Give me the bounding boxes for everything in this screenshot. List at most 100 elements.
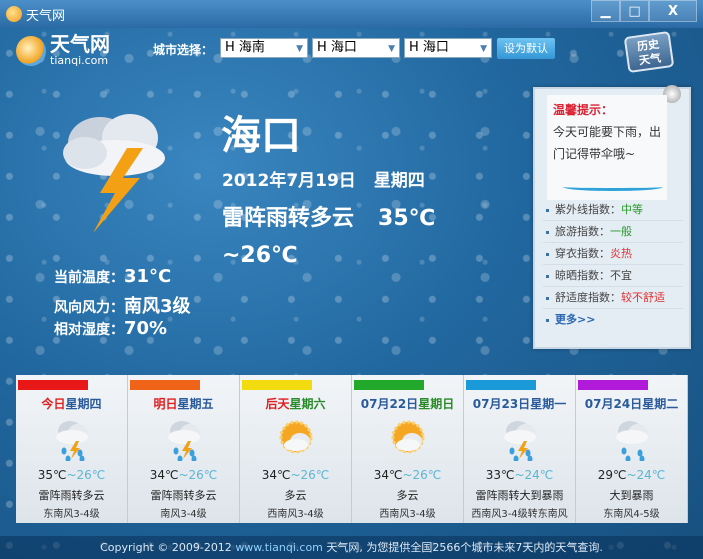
forecast-card[interactable]: 明日星期五 34℃~26℃ 雷阵雨转多云 南风3-4级 [128,375,240,523]
brand-logo[interactable]: 天气网 tianqi.com [16,34,110,67]
minimize-button[interactable]: ▁ [591,0,620,22]
city-value: H 海口 [317,40,357,55]
index-item[interactable]: 旅游指数：一般 [543,221,683,243]
province-select[interactable]: H 海南 ▼ [220,38,308,58]
site-link[interactable]: www.tianqi.com [235,541,323,554]
current-date: 2012年7月19日 星期四 [222,166,443,191]
high-temp: 34℃ [149,468,179,482]
forecast-temp: 29℃~24℃ [576,468,687,482]
high-temp: 33℃ [485,468,515,482]
brand-name: 天气网 [50,32,110,56]
forecast-temp: 34℃~26℃ [240,468,351,482]
city-select[interactable]: H 海口 ▼ [312,38,400,58]
city-select-label: 城市选择： [153,43,214,57]
maximize-button[interactable]: □ [620,0,649,22]
forecast-desc: 雷阵雨转多云 [150,489,217,502]
forecast-desc: 雷阵雨转大到暴雨 [475,489,564,502]
high-temp: 29℃ [597,468,627,482]
day-color-bar [18,380,88,390]
weekday: 星期六 [289,397,326,411]
forecast-desc: 多云 [396,489,419,502]
forecast-day: 明日星期五 [128,395,239,412]
forecast-card[interactable]: 后天星期六 34℃~26℃ 多云 西南风3-4级 [240,375,352,523]
forecast-day: 后天星期六 [240,395,351,412]
high-temp: 35℃ [37,468,67,482]
forecast-day: 07月23日星期一 [464,395,575,412]
thunderstorm-icon [56,421,88,461]
forecast-temp: 35℃~26℃ [16,468,127,482]
index-label: 旅游指数： [555,225,610,238]
chevron-down-icon: ▼ [480,44,487,54]
index-label: 舒适度指数： [555,291,621,304]
forecast-wind: 西南风3-4级 [267,509,324,520]
date-text: 2012年7月19日 [222,171,356,191]
brand-domain: tianqi.com [50,54,109,67]
district-select[interactable]: H 海口 ▼ [404,38,492,58]
forecast-temp: 34℃~26℃ [352,468,463,482]
index-item[interactable]: 晾晒指数：不宜 [543,265,683,287]
low-temp: ~26℃ [402,468,442,482]
day-color-bar [130,380,200,390]
forecast-wind: 东南风3-4级 [43,509,100,520]
day-prefix: 后天 [265,397,290,411]
forecast-strip: 今日星期四 35℃~26℃ 雷阵雨转多云 东南风3-4级 明日星期五 34℃~2… [16,375,688,523]
weekday-text: 星期四 [373,171,425,191]
more-link[interactable]: 更多>> [543,309,683,331]
weekday: 星期日 [418,397,455,411]
history-weather-button[interactable]: 历史 天气 [623,30,675,74]
index-label: 晾晒指数： [555,269,610,282]
index-label: 穿衣指数： [555,247,610,260]
tip-panel: 温馨提示： 今天可能要下雨，出门记得带伞哦~ 紫外线指数：中等 旅游指数：一般 穿衣指… [533,85,691,349]
tip-title: 温馨提示： [553,103,614,117]
index-value: 炎热 [610,247,632,260]
set-default-button[interactable]: 设为默认 [497,38,555,59]
index-item[interactable]: 舒适度指数：较不舒适 [543,287,683,309]
thunderstorm-icon [168,421,200,461]
weekday: 星期一 [530,397,567,411]
footer: Copyright © 2009-2012 www.tianqi.com 天气网… [0,536,703,559]
index-value: 中等 [621,203,643,216]
detail-value: 31°C [124,266,172,287]
forecast-day: 07月24日星期二 [576,395,687,412]
current-humidity: 相对湿度：70% [54,318,167,339]
low-temp: ~26℃ [178,468,218,482]
copyright-text: Copyright © 2009-2012 [100,541,236,554]
weekday: 星期二 [642,397,679,411]
day-prefix: 07月22日 [360,397,419,411]
low-temp: ~26℃ [66,468,106,482]
forecast-wind: 东南风4-5级 [603,509,660,520]
forecast-card[interactable]: 今日星期四 35℃~26℃ 雷阵雨转多云 东南风3-4级 [16,375,128,523]
forecast-day: 07月22日星期日 [352,395,463,412]
current-temperature: 当前温度：31°C [54,266,171,287]
chevron-down-icon: ▼ [296,44,303,54]
day-color-bar [466,380,536,390]
high-temp: 34℃ [261,468,291,482]
day-color-bar [578,380,648,390]
detail-label: 相对湿度： [54,322,124,338]
close-button[interactable]: X [649,0,697,22]
day-color-bar [242,380,312,390]
forecast-card[interactable]: 07月24日星期二 29℃~24℃ 大到暴雨 东南风4-5级 [576,375,688,523]
high-temp: 35℃ [378,206,436,231]
footer-description: 天气网, 为您提供全国2566个城市未来7天内的天气查询. [322,541,603,554]
forecast-day: 今日星期四 [16,395,127,412]
weather-desc: 雷阵雨转多云 [222,206,355,231]
index-item[interactable]: 紫外线指数：中等 [543,199,683,221]
forecast-card[interactable]: 07月22日星期日 34℃~26℃ 多云 西南风3-4级 [352,375,464,523]
index-value: 一般 [610,225,632,238]
sun-logo-icon [16,35,46,66]
low-temp: ~26℃ [222,243,298,268]
index-item[interactable]: 穿衣指数：炎热 [543,243,683,265]
day-color-bar [354,380,424,390]
district-value: H 海口 [409,40,449,55]
forecast-temp: 33℃~24℃ [464,468,575,482]
chevron-down-icon: ▼ [388,44,395,54]
partly-cloudy-icon [391,420,425,454]
forecast-desc: 多云 [284,489,307,502]
forecast-card[interactable]: 07月23日星期一 33℃~24℃ 雷阵雨转大到暴雨 西南风3-4级转东南风 [464,375,576,523]
index-value: 较不舒适 [621,291,665,304]
detail-value: 南风3级 [124,296,191,317]
index-label: 紫外线指数： [555,203,621,216]
detail-value: 70% [124,318,168,339]
low-temp: ~26℃ [290,468,330,482]
